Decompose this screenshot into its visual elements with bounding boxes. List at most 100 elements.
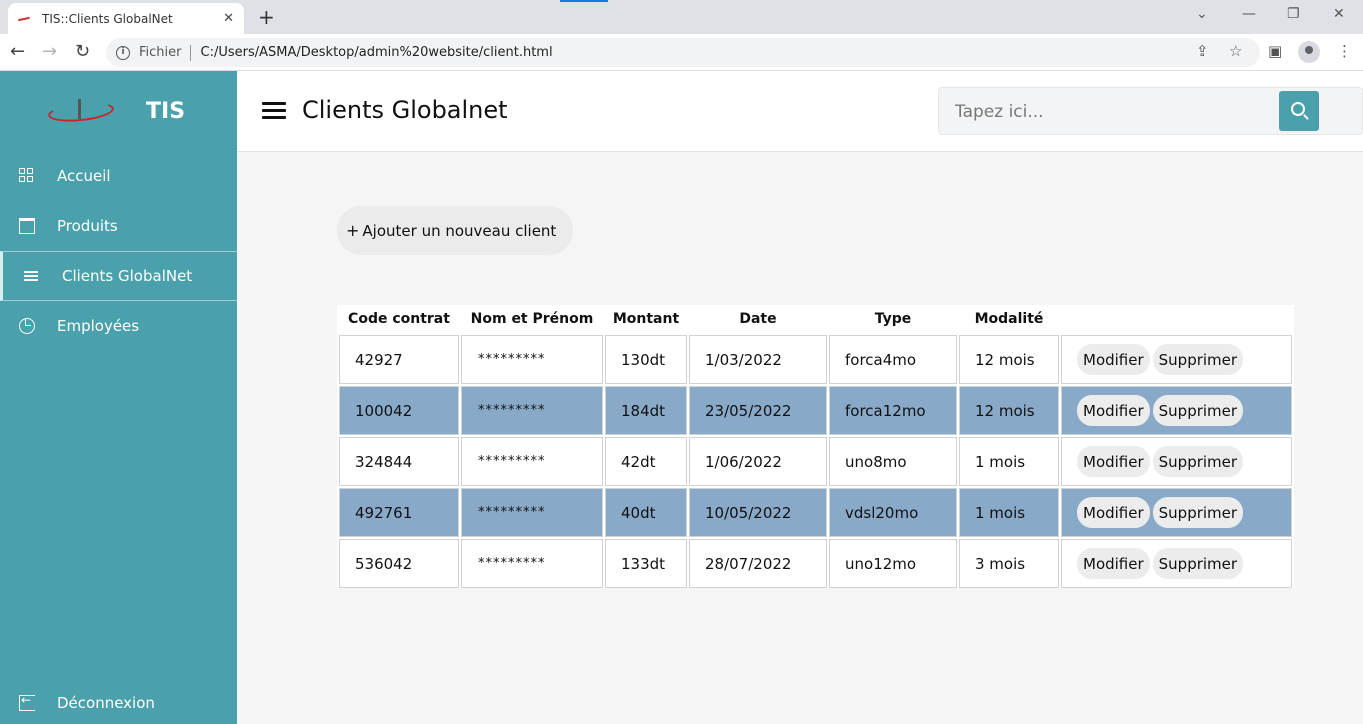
sidebar-item-label: Accueil [57,167,111,185]
cell-code: 324844 [339,437,459,486]
edit-button[interactable]: Modifier [1077,497,1150,528]
add-client-button[interactable]: + Ajouter un nouveau client [337,206,573,255]
bookmark-star-icon[interactable]: ☆ [1229,42,1242,60]
url-text[interactable]: C:/Users/ASMA/Desktop/admin%20website/cl… [201,45,553,60]
search-input[interactable] [955,100,1265,124]
edit-button[interactable]: Modifier [1077,344,1150,375]
brand-logo [47,97,116,125]
site-info-icon[interactable]: i [116,45,130,60]
cell-actions: Modifier Supprimer [1061,386,1292,435]
column-header-modality: Modalité [974,311,1044,327]
sidebar-item-employees[interactable]: Employées [0,301,237,351]
cell-code: 42927 [339,335,459,384]
search-box [938,87,1363,135]
brand: TIS [0,71,237,151]
table-row: 100042 ********* 184dt 23/05/2022 forca1… [337,384,1294,435]
forward-button[interactable]: → [42,41,57,62]
cell-amount: 40dt [605,488,687,537]
column-header-type: Type [874,311,912,327]
delete-button[interactable]: Supprimer [1152,548,1244,579]
sidebar-item-accueil[interactable]: Accueil [0,151,237,201]
delete-button[interactable]: Supprimer [1152,446,1244,477]
sidebar-item-label: Employées [57,317,140,335]
plus-icon: + [346,221,360,240]
favicon-icon [18,15,32,23]
sidebar-item-label: Clients GlobalNet [62,267,193,285]
restore-button[interactable]: ❐ [1287,6,1300,22]
edit-button[interactable]: Modifier [1077,395,1150,426]
page-title: Clients Globalnet [302,96,508,124]
archive-icon [19,218,35,234]
menu-dots-icon[interactable]: ⋮ [1337,42,1352,60]
cell-type: vdsl20mo [829,488,957,537]
delete-button[interactable]: Supprimer [1152,344,1244,375]
new-tab-button[interactable]: + [258,5,275,29]
column-header-name: Nom et Prénom [470,311,594,327]
share-icon[interactable]: ⇪ [1196,42,1209,60]
address-bar[interactable]: i Fichier C:/Users/ASMA/Desktop/admin%20… [106,38,1260,67]
cell-actions: Modifier Supprimer [1061,488,1292,537]
side-panel-icon[interactable]: ▣ [1268,42,1282,60]
cell-actions: Modifier Supprimer [1061,335,1292,384]
cell-modality: 3 mois [959,539,1059,588]
table-row: 536042 ********* 133dt 28/07/2022 uno12m… [337,537,1294,588]
clients-table: Code contrat Nom et Prénom Montant Date … [337,305,1294,588]
column-header-date: Date [739,311,777,327]
cell-date: 1/06/2022 [689,437,827,486]
back-button[interactable]: ← [10,41,25,62]
cell-date: 23/05/2022 [689,386,827,435]
cell-date: 28/07/2022 [689,539,827,588]
profile-avatar[interactable] [1298,41,1320,63]
separator [189,44,191,61]
page-header: Clients Globalnet [237,71,1363,152]
pie-chart-icon [19,318,35,334]
table-row: 492761 ********* 40dt 10/05/2022 vdsl20m… [337,486,1294,537]
close-window-button[interactable]: ✕ [1333,6,1345,22]
table-row: 42927 ********* 130dt 1/03/2022 forca4mo… [337,333,1294,384]
sidebar-item-clients-globalnet[interactable]: Clients GlobalNet [0,251,237,301]
tab-search-icon[interactable]: ⌄ [1196,6,1208,22]
tab-close-icon[interactable]: ✕ [223,11,234,26]
cell-name: ********* [461,335,603,384]
cell-name: ********* [461,437,603,486]
menu-toggle-button[interactable] [262,102,286,120]
tab-title: TIS::Clients GlobalNet [42,11,173,26]
cell-actions: Modifier Supprimer [1061,437,1292,486]
table-header: Code contrat Nom et Prénom Montant Date … [337,305,1294,333]
loading-indicator [560,0,608,2]
cell-type: uno12mo [829,539,957,588]
edit-button[interactable]: Modifier [1077,446,1150,477]
delete-button[interactable]: Supprimer [1152,497,1244,528]
browser-tab[interactable]: TIS::Clients GlobalNet ✕ [8,3,244,34]
cell-code: 100042 [339,386,459,435]
column-header-amount: Montant [612,311,680,327]
cell-modality: 1 mois [959,488,1059,537]
sidebar-item-produits[interactable]: Produits [0,201,237,251]
cell-modality: 12 mois [959,335,1059,384]
cell-actions: Modifier Supprimer [1061,539,1292,588]
edit-button[interactable]: Modifier [1077,548,1150,579]
column-header-code: Code contrat [348,311,450,327]
cell-date: 1/03/2022 [689,335,827,384]
cell-type: forca4mo [829,335,957,384]
reload-button[interactable]: ↻ [75,41,90,62]
sidebar: TIS Accueil Produits Clients GlobalNet E… [0,71,237,724]
cell-type: forca12mo [829,386,957,435]
cell-code: 536042 [339,539,459,588]
sidebar-item-label: Produits [57,217,118,235]
minimize-button[interactable]: — [1242,6,1256,22]
cell-modality: 12 mois [959,386,1059,435]
logout-button[interactable]: Déconnexion [0,678,237,724]
cell-amount: 184dt [605,386,687,435]
grid-icon [19,168,35,184]
cell-name: ********* [461,386,603,435]
cell-type: uno8mo [829,437,957,486]
delete-button[interactable]: Supprimer [1152,395,1244,426]
logout-label: Déconnexion [57,694,155,712]
cell-amount: 130dt [605,335,687,384]
search-button[interactable] [1279,91,1319,131]
cell-date: 10/05/2022 [689,488,827,537]
add-client-label: Ajouter un nouveau client [362,221,557,240]
browser-tabstrip: TIS::Clients GlobalNet ✕ + ⌄ — ❐ ✕ [0,0,1363,34]
cell-amount: 42dt [605,437,687,486]
